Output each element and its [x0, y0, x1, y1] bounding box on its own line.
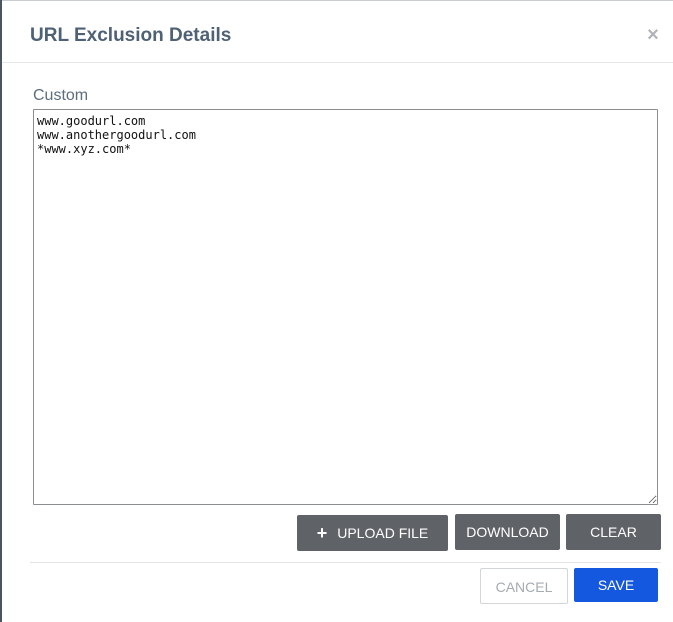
download-button[interactable]: DOWNLOAD — [455, 514, 560, 550]
upload-file-label: UPLOAD FILE — [337, 525, 429, 541]
close-icon[interactable]: × — [643, 23, 663, 47]
dialog-title: URL Exclusion Details — [30, 25, 232, 46]
save-button[interactable]: SAVE — [574, 568, 658, 602]
url-exclusion-dialog: URL Exclusion Details × Custom + UPLOAD F… — [2, 1, 673, 622]
footer-divider — [30, 562, 661, 563]
cancel-button[interactable]: CANCEL — [480, 568, 568, 604]
custom-urls-textarea[interactable] — [33, 109, 658, 505]
custom-label: Custom — [33, 87, 89, 104]
clear-button[interactable]: CLEAR — [566, 514, 661, 550]
plus-icon: + — [316, 523, 328, 543]
dialog-header: URL Exclusion Details × — [2, 1, 673, 63]
upload-file-button[interactable]: + UPLOAD FILE — [297, 515, 448, 551]
